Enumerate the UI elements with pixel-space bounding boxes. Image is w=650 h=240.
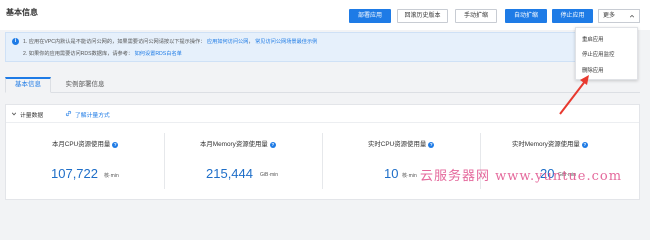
toolbar: 部署应用 回滚历史版本 手动扩缩 自动扩缩 停止应用 更多 (0, 9, 650, 23)
info-icon: i (12, 38, 19, 45)
notice-line-2-text: 2. 如果你的应用需要访问RDS数据库，请参考： (23, 51, 134, 57)
more-button[interactable]: 更多 (598, 9, 640, 23)
metric-unit: 核·min (402, 173, 417, 179)
metric-label: 本月Memory资源使用量? (200, 139, 276, 148)
metric-value: 10 (384, 166, 399, 181)
notice-line-2: 2. 如果你的应用需要访问RDS数据库，请参考： 如何设置RDS白名单 (23, 50, 182, 57)
stop-app-button[interactable]: 停止应用 (552, 9, 593, 23)
more-label: 更多 (603, 13, 616, 19)
separator: ， (248, 39, 254, 45)
help-icon[interactable]: ? (269, 142, 276, 148)
deploy-app-button[interactable]: 部署应用 (349, 9, 391, 23)
watermark: 云服务器网 www.yuntue.com (420, 169, 623, 184)
tab-bar: 基本信息 实例部署信息 (5, 77, 640, 93)
panel-header: 计量数据 了解计量方式 (6, 105, 639, 123)
manual-scale-button[interactable]: 手动扩缩 (455, 9, 497, 23)
menu-item-stop-monitoring[interactable]: 停止应用监控 (582, 50, 614, 58)
notice-banner: i 1. 应用在VPC内默认是不能访问公网的，如果需要访问公网请按以下提示操作：… (5, 32, 638, 62)
metric-label: 实时CPU资源使用量? (368, 139, 435, 148)
metering-panel: 计量数据 了解计量方式 本月CPU资源使用量? 107,722 核·min 本月… (5, 104, 640, 200)
metric-label-text: 本月Memory资源使用量 (200, 141, 268, 148)
help-icon[interactable]: ? (112, 142, 119, 148)
divider (164, 133, 165, 189)
metric-month-memory: 本月Memory资源使用量? 215,444 GiB·min (164, 129, 322, 195)
metric-realtime-cpu: 实时CPU资源使用量? 10 核·min (322, 129, 480, 195)
metric-label: 实时Memory资源使用量? (512, 139, 588, 148)
divider (322, 133, 323, 189)
chevron-up-icon (629, 14, 635, 18)
metric-unit: 核·min (104, 173, 119, 179)
chevron-down-icon[interactable] (11, 111, 17, 117)
help-icon[interactable]: ? (581, 142, 588, 148)
metric-label: 本月CPU资源使用量? (52, 139, 119, 148)
metric-realtime-memory: 实时Memory资源使用量? 20 GiB·min (480, 129, 638, 195)
help-icon[interactable]: ? (428, 142, 435, 148)
link-rds-whitelist[interactable]: 如何设置RDS白名单 (135, 51, 182, 57)
notice-line-1-text: 1. 应用在VPC内默认是不能访问公网的，如果需要访问公网请按以下提示操作： (23, 39, 206, 45)
auto-scale-button[interactable]: 自动扩缩 (505, 9, 547, 23)
link-app-internet-access[interactable]: 应用如何访问公网 (207, 39, 249, 45)
metric-month-cpu: 本月CPU资源使用量? 107,722 核·min (6, 129, 164, 195)
metric-label-text: 本月CPU资源使用量 (52, 141, 111, 148)
metric-label-text: 实时Memory资源使用量 (512, 141, 580, 148)
tab-instance-deploy-info[interactable]: 实例部署信息 (55, 77, 115, 93)
metric-value: 107,722 (51, 166, 98, 181)
panel-title: 计量数据 (20, 113, 44, 119)
metric-unit: GiB·min (260, 172, 279, 178)
menu-item-restart-app[interactable]: 重启应用 (582, 35, 604, 43)
annotation-arrow-icon (559, 75, 589, 115)
link-internet-best-practice[interactable]: 常见访问公网场景最佳示例 (255, 39, 317, 45)
rollback-version-button[interactable]: 回滚历史版本 (397, 9, 448, 23)
notice-line-1: 1. 应用在VPC内默认是不能访问公网的，如果需要访问公网请按以下提示操作： 应… (23, 38, 317, 45)
link-icon (65, 110, 72, 117)
tab-basic-info[interactable]: 基本信息 (5, 77, 51, 93)
metric-label-text: 实时CPU资源使用量 (368, 141, 427, 148)
metric-value: 215,444 (206, 166, 253, 181)
learn-metering-link[interactable]: 了解计量方式 (75, 110, 110, 119)
